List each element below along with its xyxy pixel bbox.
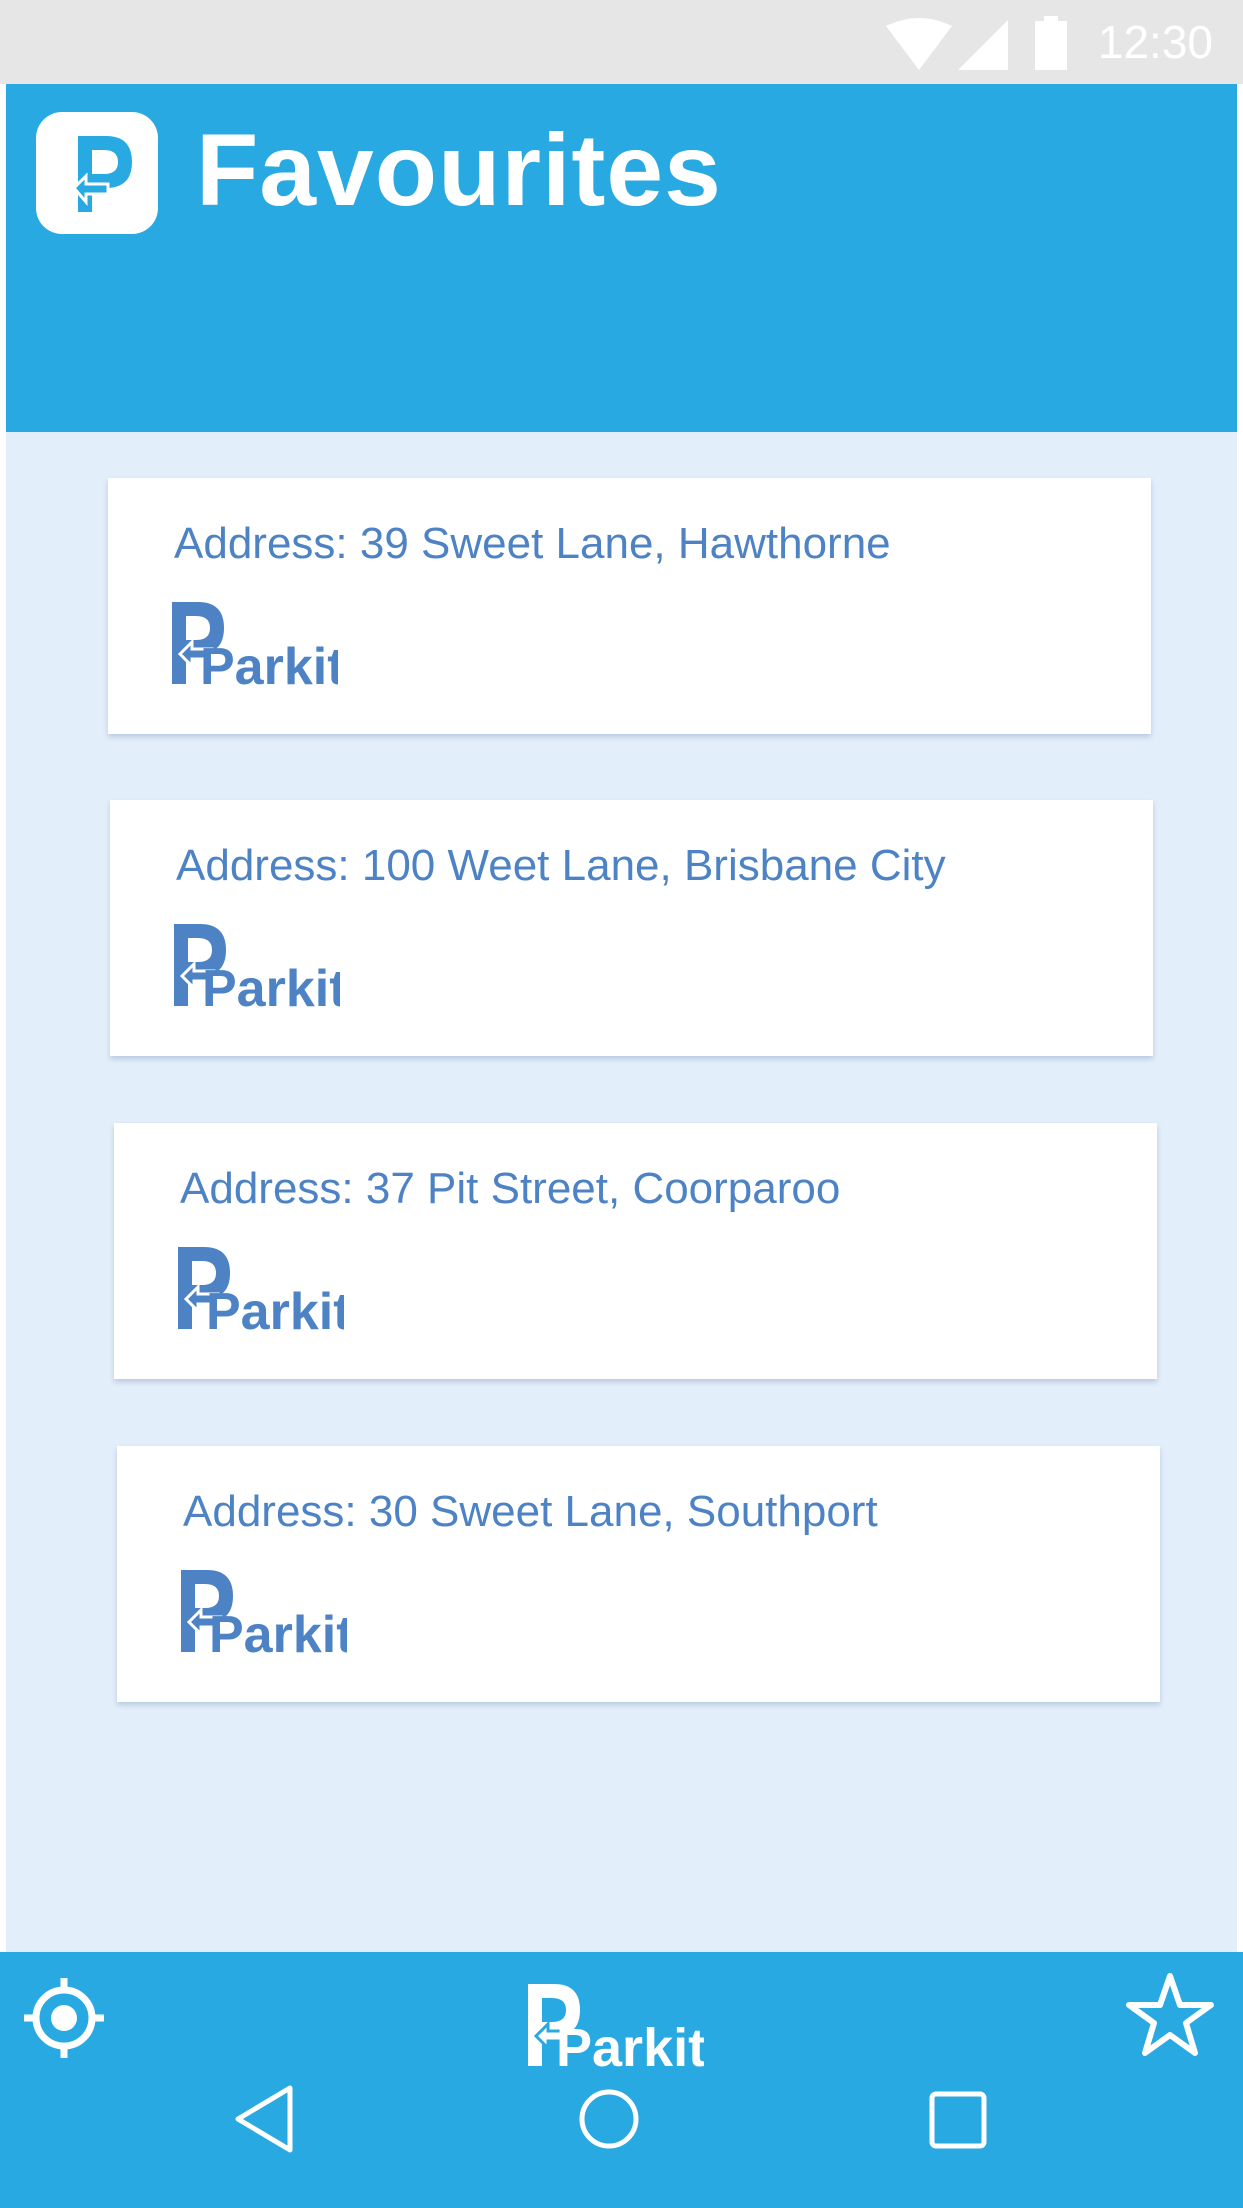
phone-screen: 12:30 Favourites Address: 39 Sweet Lane,…	[0, 0, 1243, 2208]
favourites-list: Address: 39 Sweet Lane, Hawthorne Parkit…	[6, 432, 1237, 1952]
status-time: 12:30	[1097, 16, 1213, 68]
back-triangle-icon[interactable]	[232, 2084, 296, 2154]
svg-text:Parkit.: Parkit.	[200, 638, 338, 690]
favourite-card[interactable]: Address: 100 Weet Lane, Brisbane City Pa…	[110, 800, 1153, 1056]
favourite-card[interactable]: Address: 37 Pit Street, Coorparoo Parkit…	[114, 1123, 1157, 1379]
locate-crosshair-icon[interactable]	[22, 1976, 106, 2060]
svg-text:Parkit.: Parkit.	[206, 1283, 344, 1335]
parkit-home-logo[interactable]: Parkit.	[524, 1980, 704, 2072]
status-bar: 12:30	[0, 0, 1243, 84]
parkit-brand-logo: Parkit.	[178, 1247, 344, 1335]
svg-text:Parkit.: Parkit.	[209, 1606, 347, 1658]
parkit-brand-logo: Parkit.	[181, 1570, 347, 1658]
favourite-card[interactable]: Address: 30 Sweet Lane, Southport Parkit…	[117, 1446, 1160, 1702]
parkit-brand-logo: Parkit.	[172, 602, 338, 690]
favourite-address: Address: 37 Pit Street, Coorparoo	[180, 1164, 841, 1213]
star-icon[interactable]	[1126, 1972, 1214, 2058]
favourite-address: Address: 30 Sweet Lane, Southport	[183, 1487, 878, 1536]
wifi-icon	[886, 18, 952, 70]
page-title: Favourites	[196, 113, 722, 227]
bottom-nav: Parkit.	[0, 1952, 1243, 2208]
parkit-p-logo-icon	[36, 112, 158, 234]
parkit-brand-logo: Parkit.	[174, 924, 340, 1012]
favourite-address: Address: 100 Weet Lane, Brisbane City	[176, 841, 946, 890]
recents-square-icon[interactable]	[928, 2090, 988, 2150]
home-circle-icon[interactable]	[578, 2088, 640, 2150]
svg-text:Parkit.: Parkit.	[202, 960, 340, 1012]
favourite-card[interactable]: Address: 39 Sweet Lane, Hawthorne Parkit…	[108, 478, 1151, 734]
favourite-address: Address: 39 Sweet Lane, Hawthorne	[174, 519, 891, 568]
battery-icon	[1035, 16, 1067, 70]
svg-text:Parkit.: Parkit.	[556, 2018, 704, 2072]
cellular-signal-icon	[958, 20, 1008, 70]
